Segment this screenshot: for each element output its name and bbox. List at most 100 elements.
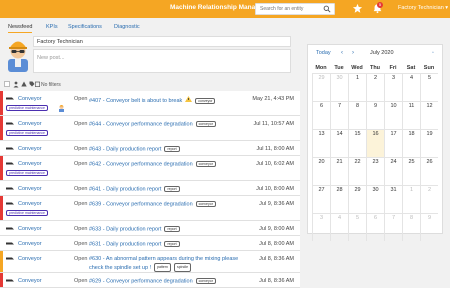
warning-filter-icon[interactable]: [21, 81, 27, 89]
feed-item-entity[interactable]: Conveyor: [18, 241, 42, 247]
feed-item[interactable]: Conveyor Open #643 - Daily production re…: [0, 141, 300, 156]
calendar-day[interactable]: 20: [312, 157, 330, 185]
search-input[interactable]: [256, 4, 324, 14]
calendar-day[interactable]: 14: [330, 129, 348, 157]
feed-item-issue[interactable]: #644 - Conveyor performance degradation: [89, 121, 193, 127]
feed-item-category[interactable]: predictive maintenance: [6, 210, 48, 216]
calendar-day[interactable]: 22: [348, 157, 366, 185]
calendar-day[interactable]: 15: [348, 129, 366, 157]
feed-item-issue[interactable]: #629 - Conveyor performance degradation: [89, 278, 193, 284]
new-post-input[interactable]: New post...: [33, 49, 291, 73]
feed-item-entity[interactable]: Conveyor: [18, 256, 42, 262]
star-icon[interactable]: [352, 3, 364, 15]
calendar-day[interactable]: 11: [402, 101, 420, 129]
feed-item-tag[interactable]: report: [164, 241, 180, 247]
feed-item-tag-2[interactable]: spindle: [173, 263, 192, 272]
feed-item-entity[interactable]: Conveyor: [18, 226, 42, 232]
feed-item-issue[interactable]: #631 - Daily production report: [89, 241, 161, 247]
feed-item-issue[interactable]: #643 - Daily production report: [89, 146, 161, 152]
calendar-day[interactable]: 19: [420, 129, 438, 157]
feed-item-tag[interactable]: report: [164, 186, 180, 192]
calendar-day[interactable]: 3: [312, 213, 330, 241]
feed-item-tag[interactable]: conveyor: [195, 161, 216, 167]
filter-toggle-icon[interactable]: [4, 81, 10, 87]
calendar-day[interactable]: 2: [366, 73, 384, 101]
calendar-day[interactable]: 8: [348, 101, 366, 129]
calendar-day[interactable]: 7: [384, 213, 402, 241]
feed-item-issue[interactable]: #642 - Conveyor performance degradation: [89, 161, 193, 167]
feed-item-issue[interactable]: #639 - Conveyor performance degradation: [89, 201, 193, 207]
feed-item-tag[interactable]: conveyor: [195, 97, 216, 104]
calendar-day[interactable]: 4: [330, 213, 348, 241]
feed-item-tag[interactable]: conveyor: [195, 121, 216, 127]
calendar-day[interactable]: 31: [384, 185, 402, 213]
search-box[interactable]: [255, 3, 335, 15]
calendar-prev-button[interactable]: ‹: [341, 50, 343, 56]
feed-item-entity[interactable]: Conveyor: [18, 146, 42, 152]
calendar-day[interactable]: 5: [348, 213, 366, 241]
calendar-today-button[interactable]: Today: [316, 50, 331, 56]
calendar-day[interactable]: 8: [402, 213, 420, 241]
tab-newsfeed[interactable]: Newsfeed: [8, 24, 33, 33]
calendar-day[interactable]: 27: [312, 185, 330, 213]
calendar-day[interactable]: 1: [348, 73, 366, 101]
calendar-day[interactable]: 5: [420, 73, 438, 101]
feed-item[interactable]: Conveyor Open #407 - Conveyor belt is ab…: [0, 91, 300, 116]
calendar-day[interactable]: 7: [330, 101, 348, 129]
feed-item-tag[interactable]: report: [164, 226, 180, 232]
calendar-day[interactable]: 13: [312, 129, 330, 157]
feed-item-entity[interactable]: Conveyor: [18, 96, 42, 102]
feed-item-category[interactable]: predictive maintenance: [6, 170, 48, 176]
feed-item[interactable]: Conveyor Open #630 - An abnormal pattern…: [0, 251, 300, 273]
calendar-day[interactable]: 12: [420, 101, 438, 129]
tab-kpis[interactable]: KPIs: [46, 24, 58, 30]
feed-item-issue[interactable]: #641 - Daily production report: [89, 186, 161, 192]
feed-item[interactable]: Conveyor Open #642 - Conveyor performanc…: [0, 156, 300, 181]
calendar-day[interactable]: 17: [384, 129, 402, 157]
feed-item[interactable]: Conveyor Open #639 - Conveyor performanc…: [0, 196, 300, 221]
feed-item-issue[interactable]: #407 - Conveyor belt is about to break: [89, 98, 182, 104]
feed-item-entity[interactable]: Conveyor: [18, 201, 42, 207]
calendar-day[interactable]: 2: [420, 185, 438, 213]
tab-specifications[interactable]: Specifications: [68, 24, 102, 30]
calendar-day[interactable]: 30: [366, 185, 384, 213]
calendar-day[interactable]: 18: [402, 129, 420, 157]
calendar-day[interactable]: 23: [366, 157, 384, 185]
feed-item-entity[interactable]: Conveyor: [18, 161, 42, 167]
user-menu[interactable]: Factory Technician ▾: [398, 5, 448, 11]
calendar-day[interactable]: 10: [384, 101, 402, 129]
calendar-filter-icon[interactable]: [34, 81, 41, 89]
calendar-day[interactable]: 30: [330, 73, 348, 101]
feed-item[interactable]: Conveyor Open #644 - Conveyor performanc…: [0, 116, 300, 141]
calendar-day[interactable]: 21: [330, 157, 348, 185]
calendar-day[interactable]: 9: [420, 213, 438, 241]
feed-item-tag[interactable]: conveyor: [195, 278, 216, 284]
calendar-day[interactable]: 3: [384, 73, 402, 101]
search-icon[interactable]: [323, 5, 333, 13]
tab-diagnostic[interactable]: Diagnostic: [114, 24, 140, 30]
calendar-day[interactable]: 4: [402, 73, 420, 101]
calendar-day[interactable]: 9: [366, 101, 384, 129]
feed-item-tag[interactable]: report: [164, 146, 180, 152]
calendar-day[interactable]: 24: [384, 157, 402, 185]
feed-item-entity[interactable]: Conveyor: [18, 121, 42, 127]
calendar-day[interactable]: 28: [330, 185, 348, 213]
calendar-day[interactable]: 29: [312, 73, 330, 101]
calendar-day[interactable]: 1: [402, 185, 420, 213]
calendar-day[interactable]: 16: [366, 129, 384, 157]
feed-item-tag[interactable]: conveyor: [195, 201, 216, 207]
calendar-expand-icon[interactable]: ▫: [432, 50, 434, 56]
feed-item[interactable]: Conveyor Open #641 - Daily production re…: [0, 181, 300, 196]
feed-item[interactable]: Conveyor Open #631 - Daily production re…: [0, 236, 300, 251]
feed-item-entity[interactable]: Conveyor: [18, 278, 42, 284]
feed-item-issue[interactable]: #633 - Daily production report: [89, 226, 161, 232]
feed-item-entity[interactable]: Conveyor: [18, 186, 42, 192]
calendar-day[interactable]: 6: [312, 101, 330, 129]
calendar-day[interactable]: 6: [366, 213, 384, 241]
calendar-day[interactable]: 26: [420, 157, 438, 185]
calendar-next-button[interactable]: ›: [352, 50, 354, 56]
feed-item-category[interactable]: predictive maintenance: [6, 105, 48, 111]
calendar-day[interactable]: 25: [402, 157, 420, 185]
feed-item[interactable]: Conveyor Open #633 - Daily production re…: [0, 221, 300, 236]
calendar-day[interactable]: 29: [348, 185, 366, 213]
